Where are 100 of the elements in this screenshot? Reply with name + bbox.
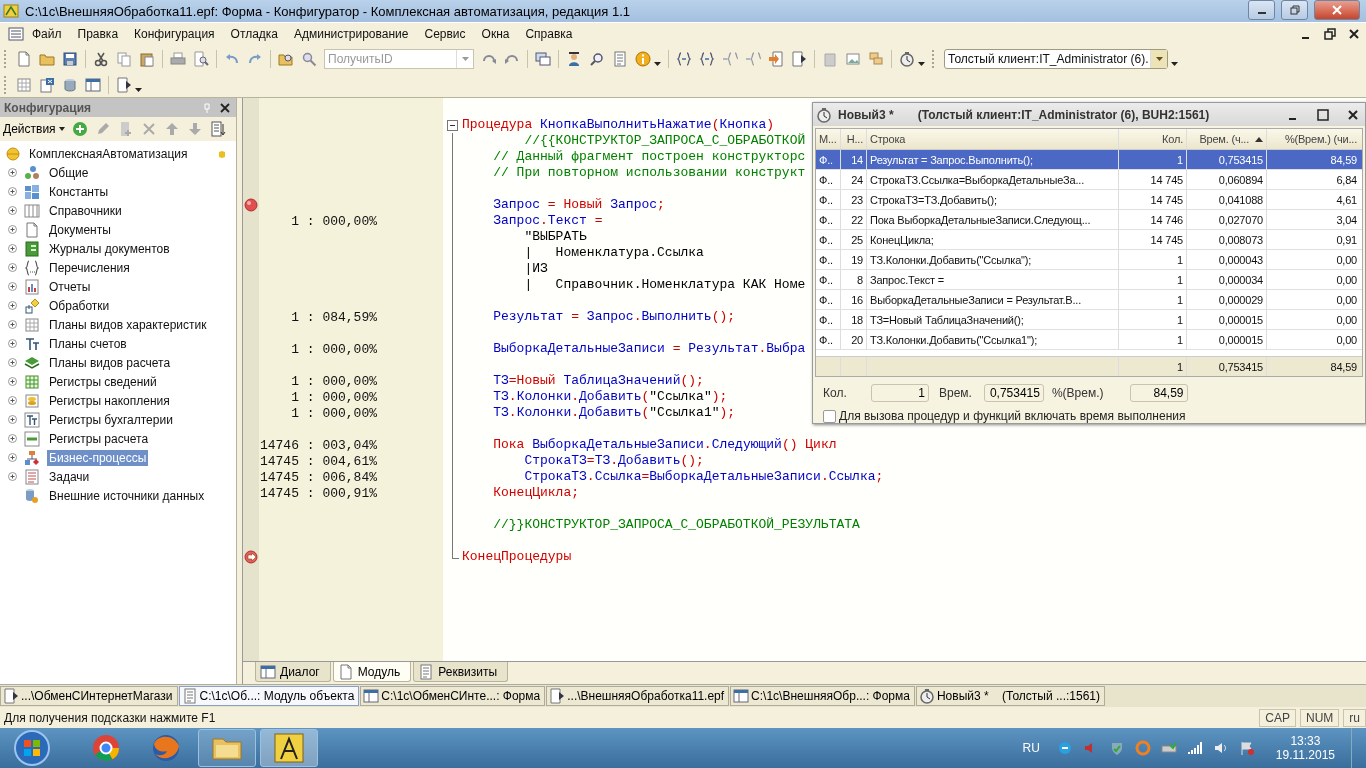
table-icon[interactable] bbox=[85, 77, 101, 93]
tree-item[interactable]: Журналы документов bbox=[47, 240, 172, 257]
new-document-icon[interactable] bbox=[16, 51, 32, 67]
caret-icon[interactable] bbox=[135, 88, 142, 92]
close-icon[interactable] bbox=[1348, 28, 1360, 40]
tree-item[interactable]: Задачи bbox=[47, 468, 92, 485]
actions-menu[interactable]: Действия bbox=[3, 122, 65, 136]
input-field[interactable]: 1 bbox=[871, 384, 929, 402]
print-icon[interactable] bbox=[170, 51, 186, 67]
add-icon[interactable] bbox=[71, 121, 88, 137]
tree-item[interactable]: Общие bbox=[47, 164, 91, 181]
magnifier-icon[interactable] bbox=[589, 51, 605, 67]
start-button[interactable] bbox=[12, 728, 52, 768]
table-row[interactable]: Ф.. 16 ВыборкаДетальныеЗаписи = Результат.В... 1 0,000029 0,00 bbox=[816, 290, 1362, 310]
table-row[interactable]: Ф.. 8 Запрос.Текст = 1 0,000034 0,00 bbox=[816, 270, 1362, 290]
flag-icon[interactable] bbox=[1238, 740, 1255, 756]
volume-icon[interactable] bbox=[1212, 740, 1229, 756]
collapse-icon[interactable] bbox=[447, 120, 458, 131]
table-row[interactable]: Ф.. 20 ТЗ.Колонки.Добавить("Ссылка1"); 1 0,000015 0,00 bbox=[816, 330, 1362, 350]
close-icon[interactable] bbox=[1347, 108, 1359, 121]
windows-icon[interactable] bbox=[535, 51, 551, 67]
tree-item[interactable]: Регистры сведений bbox=[47, 373, 159, 390]
database-icon[interactable] bbox=[62, 77, 78, 93]
expand-icon[interactable] bbox=[8, 396, 17, 405]
menu-item[interactable]: Отладка bbox=[224, 25, 285, 43]
column-header[interactable]: Кол. bbox=[1119, 129, 1187, 149]
window-tab[interactable]: C:\1c\Об...: Модуль объекта bbox=[178, 686, 360, 706]
expand-icon[interactable] bbox=[8, 263, 17, 272]
restore-button[interactable] bbox=[1281, 0, 1308, 20]
editor-tab[interactable]: Модуль bbox=[332, 662, 412, 682]
editor-tab[interactable]: Диалог bbox=[255, 662, 331, 682]
expand-icon[interactable] bbox=[8, 225, 17, 234]
tree-item[interactable]: Перечисления bbox=[47, 259, 132, 276]
table-row[interactable]: Ф.. 18 ТЗ=Новый ТаблицаЗначений(); 1 0,000015 0,00 bbox=[816, 310, 1362, 330]
window-tab[interactable]: ...\ОбменСИнтернетМагази bbox=[0, 686, 178, 706]
expand-icon[interactable] bbox=[8, 168, 17, 177]
tree-item[interactable]: Регистры накопления bbox=[47, 392, 172, 409]
compass-app-icon[interactable] bbox=[260, 729, 318, 767]
column-header[interactable]: Врем. (ч... bbox=[1187, 129, 1267, 149]
column-header[interactable]: Н... bbox=[841, 129, 867, 149]
menu-item[interactable]: Администрирование bbox=[288, 25, 415, 43]
expand-icon[interactable] bbox=[8, 358, 17, 367]
cut-icon[interactable] bbox=[93, 51, 109, 67]
expand-icon[interactable] bbox=[8, 339, 17, 348]
tree-item[interactable]: Планы видов характеристик bbox=[47, 316, 209, 333]
language-indicator[interactable]: RU bbox=[1022, 741, 1040, 755]
open-folder-icon[interactable] bbox=[39, 51, 55, 67]
expand-icon[interactable] bbox=[8, 434, 17, 443]
image-icon[interactable] bbox=[845, 51, 861, 67]
client-combo[interactable]: Толстый клиент:IT_Administrator (6). bbox=[944, 49, 1168, 69]
column-header[interactable]: Строка bbox=[867, 129, 1119, 149]
sort-list-icon[interactable] bbox=[209, 121, 226, 137]
expand-icon[interactable] bbox=[8, 453, 17, 462]
tree-item[interactable]: Планы видов расчета bbox=[47, 354, 173, 371]
search-icon[interactable] bbox=[301, 51, 317, 67]
close-icon[interactable] bbox=[220, 102, 230, 113]
save-icon[interactable] bbox=[62, 51, 78, 67]
arrow-document-icon[interactable] bbox=[768, 51, 784, 67]
document-arrow-icon[interactable] bbox=[791, 51, 807, 67]
person-icon[interactable] bbox=[566, 51, 582, 67]
restore-icon[interactable] bbox=[1324, 28, 1336, 40]
caret-icon[interactable] bbox=[918, 62, 925, 66]
column-header[interactable]: М... bbox=[816, 129, 841, 149]
folder-search-icon[interactable] bbox=[278, 51, 294, 67]
menu-item[interactable]: Окна bbox=[475, 25, 516, 43]
menu-item[interactable]: Справка bbox=[519, 25, 579, 43]
checkbox[interactable] bbox=[823, 409, 836, 423]
tree-item[interactable]: Справочники bbox=[47, 202, 124, 219]
expand-icon[interactable] bbox=[8, 377, 17, 386]
stopwatch-icon[interactable] bbox=[899, 51, 915, 67]
expand-icon[interactable] bbox=[8, 187, 17, 196]
expand-icon[interactable] bbox=[8, 282, 17, 291]
tree-item[interactable]: Внешние источники данных bbox=[47, 487, 207, 504]
braces-icon[interactable] bbox=[699, 51, 715, 67]
table-row[interactable]: Ф.. 25 КонецЦикла; 14 745 0,008073 0,91 bbox=[816, 230, 1362, 250]
input-field[interactable]: 84,59 bbox=[1129, 384, 1188, 402]
chat-icon[interactable] bbox=[1056, 740, 1073, 756]
menu-item[interactable]: Файл bbox=[26, 25, 68, 43]
maximize-icon[interactable] bbox=[1317, 108, 1329, 121]
tree-item[interactable]: Регистры расчета bbox=[47, 430, 151, 447]
tree-item[interactable]: Отчеты bbox=[47, 278, 93, 295]
menu-item[interactable]: Правка bbox=[71, 25, 125, 43]
tree-item[interactable]: Константы bbox=[47, 183, 111, 200]
expand-icon[interactable] bbox=[8, 244, 17, 253]
caret-icon[interactable] bbox=[654, 62, 661, 66]
tree-item[interactable]: Регистры бухгалтерии bbox=[47, 411, 175, 428]
expand-icon[interactable] bbox=[8, 415, 17, 424]
table-row[interactable]: Ф.. 14 Результат = Запрос.Выполнить(); 1 0,753415 84,59 bbox=[816, 150, 1362, 170]
close-document-icon[interactable] bbox=[39, 77, 55, 93]
minimize-button[interactable] bbox=[1248, 0, 1275, 20]
menu-item[interactable]: Сервис bbox=[418, 25, 472, 43]
editor-tab[interactable]: Реквизиты bbox=[413, 662, 509, 682]
menu-item[interactable]: Конфигурация bbox=[128, 25, 221, 43]
table-row[interactable]: Ф.. 22 Пока ВыборкаДетальныеЗаписи.Следующ... 14 746 0,027070 3,04 bbox=[816, 210, 1362, 230]
drive-icon[interactable] bbox=[1160, 740, 1177, 756]
expand-icon[interactable] bbox=[8, 301, 17, 310]
table-row[interactable]: Ф.. 19 ТЗ.Колонки.Добавить("Ссылка"); 1 0,000043 0,00 bbox=[816, 250, 1362, 270]
expand-icon[interactable] bbox=[8, 472, 17, 481]
expand-icon[interactable] bbox=[8, 320, 17, 329]
document-arrow-icon[interactable] bbox=[116, 77, 132, 93]
